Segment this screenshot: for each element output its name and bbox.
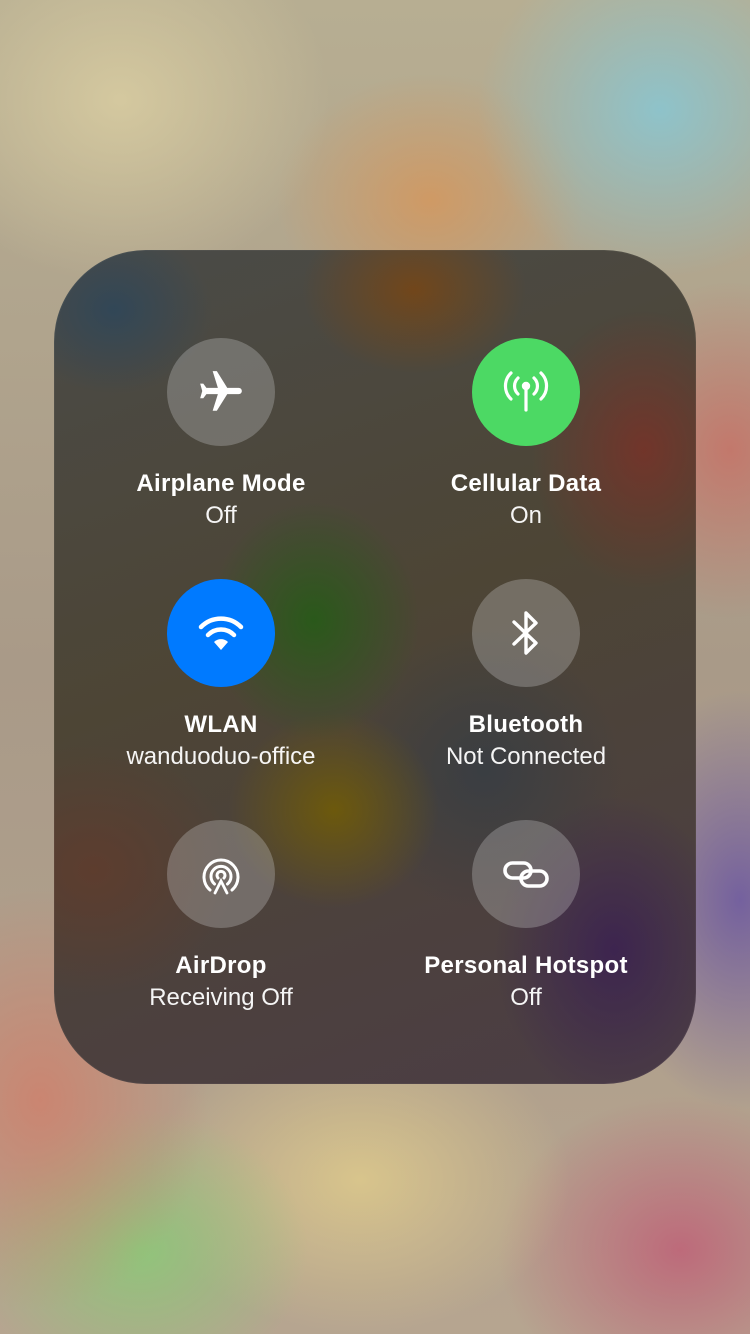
wlan-button[interactable] xyxy=(167,579,275,687)
antenna-icon xyxy=(498,364,554,420)
cellular-data-label: Cellular Data xyxy=(450,470,602,497)
connectivity-panel: Airplane Mode Off Cellular Data On WLAN … xyxy=(54,250,696,1084)
cellular-data-tile: Cellular Data On xyxy=(376,338,676,538)
airdrop-button[interactable] xyxy=(167,820,275,928)
link-icon xyxy=(498,846,554,902)
cellular-data-status: On xyxy=(509,502,542,529)
airdrop-tile: AirDrop Receiving Off xyxy=(71,820,371,1020)
personal-hotspot-status: Off xyxy=(510,984,542,1011)
airplane-icon xyxy=(196,367,246,417)
cellular-data-button[interactable] xyxy=(472,338,580,446)
bluetooth-label: Bluetooth xyxy=(468,711,584,738)
airdrop-icon xyxy=(193,846,249,902)
airplane-mode-tile: Airplane Mode Off xyxy=(71,338,371,538)
personal-hotspot-button[interactable] xyxy=(472,820,580,928)
bluetooth-button[interactable] xyxy=(472,579,580,687)
wlan-tile: WLAN wanduoduo-office xyxy=(71,579,371,779)
wlan-label: WLAN xyxy=(184,711,258,738)
personal-hotspot-label: Personal Hotspot xyxy=(424,952,628,979)
airplane-mode-button[interactable] xyxy=(167,338,275,446)
bluetooth-icon xyxy=(502,605,550,661)
airplane-mode-label: Airplane Mode xyxy=(136,470,306,497)
wifi-icon xyxy=(193,605,249,661)
bluetooth-status: Not Connected xyxy=(445,743,607,770)
airdrop-status: Receiving Off xyxy=(149,984,293,1011)
personal-hotspot-tile: Personal Hotspot Off xyxy=(376,820,676,1020)
wlan-network-name: wanduoduo-office xyxy=(126,743,316,770)
airdrop-label: AirDrop xyxy=(175,952,267,979)
bluetooth-tile: Bluetooth Not Connected xyxy=(376,579,676,779)
airplane-mode-status: Off xyxy=(205,502,237,529)
